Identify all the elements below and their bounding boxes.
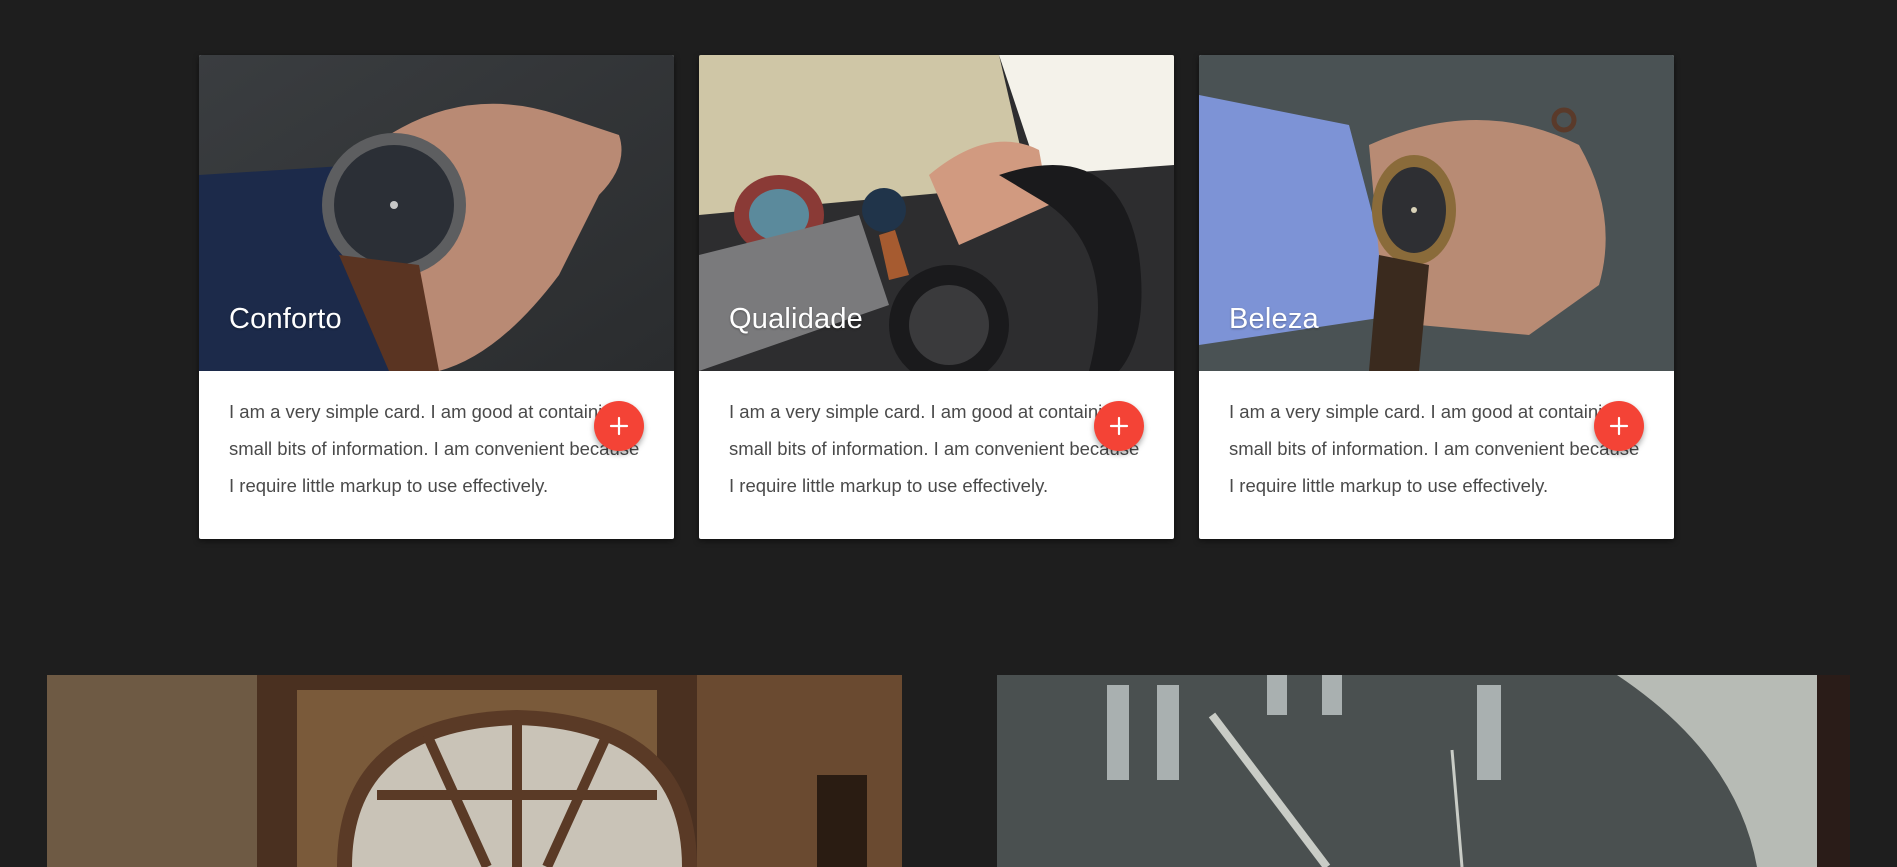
card-title: Beleza [1229,303,1319,335]
card-text: I am a very simple card. I am good at co… [229,401,640,496]
card-beleza: Beleza I am a very simple card. I am goo… [1199,55,1674,539]
plus-icon [1609,416,1629,436]
banner-left [47,675,902,867]
card-qualidade: Qualidade I am a very simple card. I am … [699,55,1174,539]
window-clock-photo [47,675,902,867]
add-button[interactable] [594,401,644,451]
plus-icon [1109,416,1129,436]
cards-row: Conforto I am a very simple card. I am g… [199,55,1674,539]
card-image: Conforto [199,55,674,371]
card-title: Qualidade [729,303,864,335]
add-button[interactable] [1594,401,1644,451]
card-text: I am a very simple card. I am good at co… [729,401,1140,496]
card-image: Beleza [1199,55,1674,371]
clock-face-photo [997,675,1850,867]
card-title: Conforto [229,303,342,335]
page: Conforto I am a very simple card. I am g… [0,0,1897,867]
banner-right [997,675,1850,867]
banners-row [47,675,1850,867]
card-text: I am a very simple card. I am good at co… [1229,401,1640,496]
add-button[interactable] [1094,401,1144,451]
plus-icon [609,416,629,436]
card-conforto: Conforto I am a very simple card. I am g… [199,55,674,539]
card-image: Qualidade [699,55,1174,371]
